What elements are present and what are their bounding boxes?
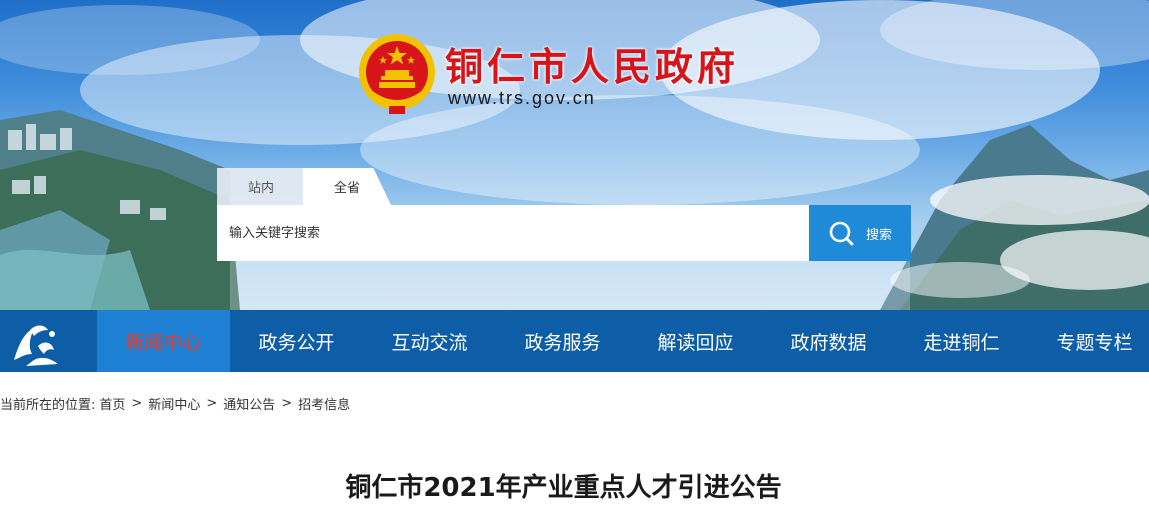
nav-item-special-topics[interactable]: 专题专栏 [1028, 310, 1149, 372]
breadcrumb-separator: > [281, 396, 293, 411]
nav-item-news-center[interactable]: 新闻中心 [97, 310, 230, 372]
site-title: 铜仁市人民政府 [445, 44, 740, 89]
site-url: www.trs.gov.cn [448, 88, 596, 108]
nav-item-about-tongren[interactable]: 走进铜仁 [895, 310, 1028, 372]
nav-item-interpretation[interactable]: 解读回应 [629, 310, 762, 372]
search-input[interactable] [217, 205, 811, 261]
breadcrumb-separator: > [206, 396, 218, 411]
header-banner: 铜仁市人民政府 www.trs.gov.cn 站内 全省 搜索 [0, 0, 1149, 310]
breadcrumb-separator: > [131, 396, 143, 411]
breadcrumb-item-recruitment[interactable]: 招考信息 [298, 394, 350, 413]
nav-item-government-services[interactable]: 政务服务 [496, 310, 629, 372]
article-title: 铜仁市2021年产业重点人才引进公告 [345, 473, 782, 503]
nav-item-interaction[interactable]: 互动交流 [363, 310, 496, 372]
search-icon [829, 221, 854, 246]
site-logo[interactable]: 铜仁市人民政府 www.trs.gov.cn [357, 30, 787, 120]
national-emblem-icon [359, 34, 435, 114]
nav-item-government-affairs[interactable]: 政务公开 [230, 310, 363, 372]
city-logo-icon[interactable] [0, 310, 97, 372]
nav-item-government-data[interactable]: 政府数据 [762, 310, 895, 372]
search-button-label: 搜索 [865, 227, 892, 243]
breadcrumb-item-home[interactable]: 首页 [99, 394, 125, 413]
search-button[interactable]: 搜索 [809, 205, 911, 261]
main-nav: 新闻中心 政务公开 互动交流 政务服务 解读回应 政府数据 走进铜仁 专题专栏 [0, 310, 1149, 372]
breadcrumb-prefix: 当前所在的位置: [0, 398, 96, 413]
breadcrumb-item-notices[interactable]: 通知公告 [223, 394, 275, 413]
breadcrumb: 当前所在的位置: 首页 > 新闻中心 > 通知公告 > 招考信息 [0, 394, 350, 413]
breadcrumb-item-news-center[interactable]: 新闻中心 [148, 394, 200, 413]
search-tab-site[interactable]: 站内 [217, 168, 305, 205]
